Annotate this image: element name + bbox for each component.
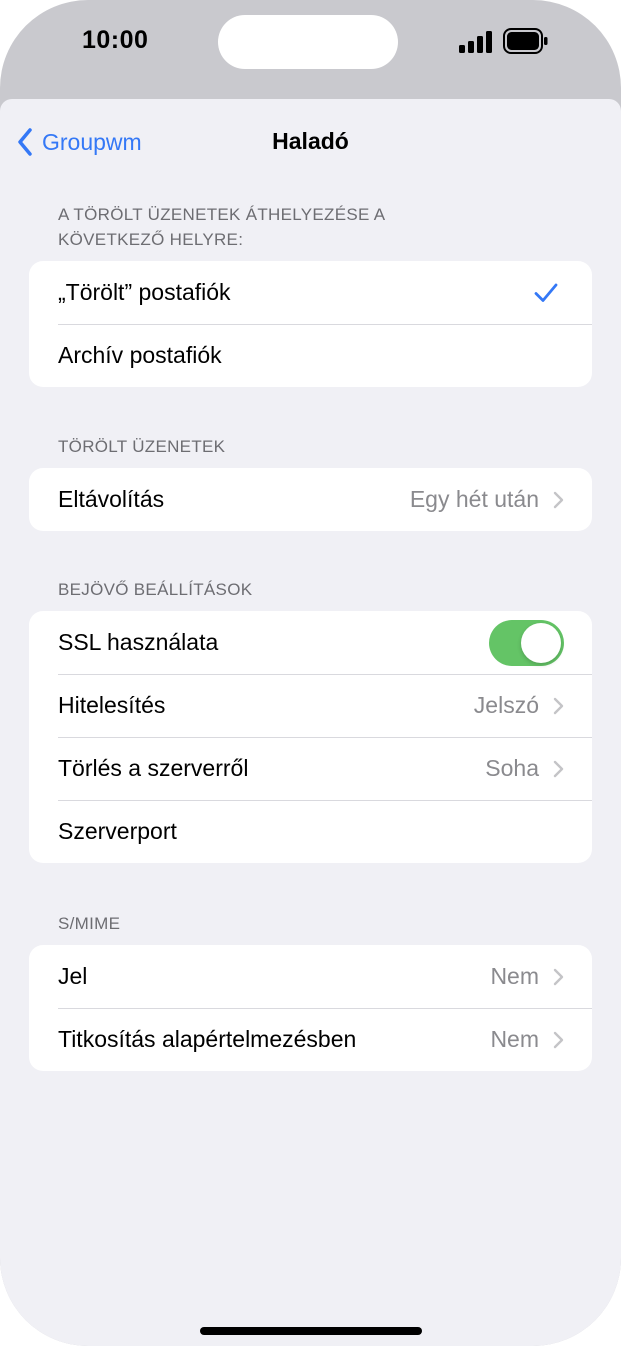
incoming-settings-group: SSL használata Hitelesítés Jelszó Törlés… <box>29 611 592 863</box>
status-bar: 10:00 <box>0 0 621 90</box>
remove-label: Eltávolítás <box>58 486 165 512</box>
option-label: Archív postafiók <box>58 342 222 368</box>
remove-value: Egy hét után <box>409 486 539 512</box>
option-archive-mailbox[interactable]: Archív postafiók <box>29 324 592 387</box>
chevron-right-icon <box>553 697 564 715</box>
server-port-row[interactable]: Szerverport <box>29 800 592 863</box>
auth-value: Jelszó <box>473 692 539 718</box>
remove-row[interactable]: Eltávolítás Egy hét után <box>29 468 592 531</box>
encrypt-default-value: Nem <box>490 1026 539 1052</box>
navigation-bar: Groupwm Haladó <box>0 99 621 183</box>
sign-row[interactable]: Jel Nem <box>29 945 592 1008</box>
ssl-row: SSL használata <box>29 611 592 674</box>
checkmark-icon <box>534 283 558 303</box>
option-deleted-mailbox[interactable]: „Törölt” postafiók <box>29 261 592 324</box>
delete-from-server-value: Soha <box>485 755 539 781</box>
chevron-right-icon <box>553 760 564 778</box>
option-label: „Törölt” postafiók <box>58 279 231 305</box>
smime-group: Jel Nem Titkosítás alapértelmezésben Nem <box>29 945 592 1071</box>
sign-label: Jel <box>58 963 88 989</box>
phone-frame: 10:00 Groupwm Haladó A TÖRÖLT ÜZENETEK Á… <box>0 0 621 1346</box>
section-header-deleted-messages: TÖRÖLT ÜZENETEK <box>58 437 226 456</box>
cellular-signal-icon <box>459 31 492 53</box>
move-deleted-group: „Törölt” postafiók Archív postafiók <box>29 261 592 387</box>
status-time: 10:00 <box>82 26 149 54</box>
home-indicator[interactable] <box>200 1327 422 1335</box>
auth-row[interactable]: Hitelesítés Jelszó <box>29 674 592 737</box>
ssl-toggle[interactable] <box>489 619 564 666</box>
server-port-label: Szerverport <box>58 818 177 844</box>
encrypt-default-row[interactable]: Titkosítás alapértelmezésben Nem <box>29 1008 592 1071</box>
battery-icon <box>503 28 548 54</box>
chevron-right-icon <box>553 1031 564 1049</box>
section-header-smime: S/MIME <box>58 914 121 933</box>
ssl-label: SSL használata <box>58 629 219 655</box>
toggle-knob <box>521 622 561 663</box>
delete-from-server-row[interactable]: Törlés a szerverről Soha <box>29 737 592 800</box>
section-header-incoming: BEJÖVŐ BEÁLLÍTÁSOK <box>58 580 253 599</box>
chevron-right-icon <box>553 491 564 509</box>
dynamic-island <box>218 15 398 69</box>
sign-value: Nem <box>490 963 539 989</box>
page-title: Haladó <box>272 128 349 154</box>
deleted-messages-group: Eltávolítás Egy hét után <box>29 468 592 531</box>
settings-sheet: Groupwm Haladó A TÖRÖLT ÜZENETEK ÁTHELYE… <box>0 99 621 1346</box>
delete-from-server-label: Törlés a szerverről <box>58 755 249 781</box>
auth-label: Hitelesítés <box>58 692 166 718</box>
section-header-move-deleted: A TÖRÖLT ÜZENETEK ÁTHELYEZÉSE A KÖVETKEZ… <box>58 205 385 249</box>
encrypt-default-label: Titkosítás alapértelmezésben <box>58 1026 357 1052</box>
chevron-right-icon <box>553 968 564 986</box>
